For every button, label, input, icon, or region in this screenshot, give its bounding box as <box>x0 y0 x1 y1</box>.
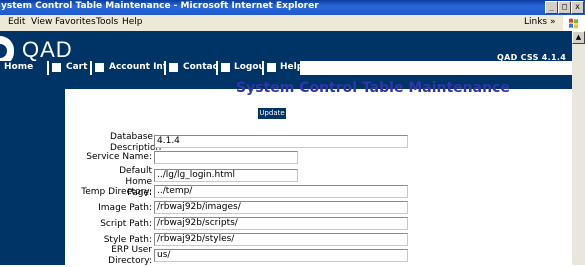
style-path-input[interactable]: /rbwaj92b/styles/ <box>154 233 408 246</box>
field-label-service-name: Service Name: <box>86 152 152 162</box>
db-description-input[interactable]: 4.1.4 <box>154 135 408 148</box>
temp-directory-input[interactable]: ../temp/ <box>154 185 408 198</box>
menu-favorites[interactable]: Favorites <box>55 17 96 27</box>
menu-bar: Edit View Favorites Tools Help Links » <box>0 15 585 32</box>
script-path-input[interactable]: /rbwaj92b/scripts/ <box>154 217 408 230</box>
nav-cart[interactable]: Cart <box>49 61 90 75</box>
image-path-input[interactable]: /rbwaj92b/images/ <box>154 201 408 214</box>
default-home-page-input[interactable]: ../lg/lg_login.html <box>154 169 298 182</box>
field-label-erp-user-directory: ERP User Directory: <box>108 245 152 266</box>
field-label-db-description: Database Description <box>110 132 162 153</box>
menu-edit[interactable]: Edit <box>8 17 25 27</box>
erp-user-directory-input[interactable]: us/ <box>154 249 408 262</box>
minimize-button[interactable]: _ <box>545 1 558 14</box>
nav-home-label: Home <box>4 62 34 72</box>
cart-icon <box>51 62 62 73</box>
nav-home[interactable]: Home <box>0 61 47 75</box>
logo-text: QAD <box>22 37 73 62</box>
maximize-button[interactable]: □ <box>558 1 571 14</box>
nav-help[interactable]: Help <box>264 61 303 75</box>
window-title: ystem Control Table Maintenance - Micros… <box>1 1 319 11</box>
update-button[interactable]: Update <box>258 108 286 119</box>
windows-logo <box>563 15 585 31</box>
nav-account-info[interactable]: Account Info <box>92 61 173 75</box>
service-name-input[interactable] <box>154 151 298 164</box>
nav-cart-label: Cart <box>66 62 88 72</box>
windows-flag-icon <box>569 18 578 29</box>
help-icon <box>266 62 277 73</box>
field-label-script-path: Script Path: <box>100 219 152 229</box>
scroll-up-icon[interactable]: ▲ <box>572 31 585 44</box>
links-label: Links <box>524 17 548 27</box>
menu-tools[interactable]: Tools <box>96 17 118 27</box>
nav-contacts[interactable]: Contacts <box>166 61 228 75</box>
window-titlebar: ystem Control Table Maintenance - Micros… <box>0 0 585 15</box>
page-title: System Control Table Maintenance <box>236 80 510 96</box>
field-label-temp-directory: Temp Directory: <box>81 187 152 197</box>
field-label-image-path: Image Path: <box>98 203 152 213</box>
left-rail <box>0 89 65 265</box>
chevron-right-icon: » <box>550 17 556 27</box>
account-icon <box>94 62 105 73</box>
links-toolbar[interactable]: Links » <box>524 17 556 27</box>
vertical-scrollbar[interactable]: ▲ <box>572 31 585 265</box>
nav-logout[interactable]: Logout <box>218 61 269 75</box>
menu-view[interactable]: View <box>31 17 52 27</box>
contacts-icon <box>168 62 179 73</box>
logout-icon <box>220 62 231 73</box>
close-button[interactable]: x <box>571 1 584 14</box>
nav-spacer <box>300 61 572 75</box>
menu-help[interactable]: Help <box>122 17 143 27</box>
